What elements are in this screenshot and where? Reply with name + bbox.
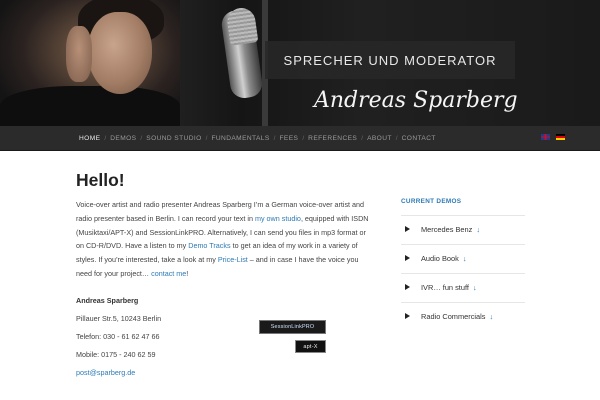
- language-switcher: [541, 134, 565, 140]
- nav-separator: /: [205, 134, 208, 142]
- nav-items: HOME / DEMOS / SOUND STUDIO / FUNDAMENTALS / FEE…: [79, 126, 436, 150]
- play-icon[interactable]: [405, 255, 410, 261]
- nav-separator: /: [140, 134, 143, 142]
- intro-text-5: !: [186, 268, 189, 278]
- page-title: Hello!: [76, 170, 125, 190]
- demo-label: IVR… fun stuff ↓: [421, 283, 477, 292]
- nav-item-fundamentals[interactable]: FUNDAMENTALS: [211, 135, 269, 142]
- presenter-face: [88, 12, 152, 94]
- sidebar: CURRENT DEMOS Mercedes Benz ↓ Audio Book ↓ I…: [401, 198, 525, 321]
- contact-name: Andreas Sparberg: [76, 296, 139, 305]
- uk-flag-icon[interactable]: [541, 134, 550, 140]
- download-arrow-icon[interactable]: ↓: [473, 283, 477, 292]
- current-demos-title: CURRENT DEMOS: [401, 198, 462, 205]
- nav-separator: /: [395, 134, 398, 142]
- main-nav: HOME / DEMOS / SOUND STUDIO / FUNDAMENTALS / FEE…: [0, 126, 600, 151]
- demo-tracks-link[interactable]: Demo Tracks: [188, 241, 230, 250]
- download-arrow-icon[interactable]: ↓: [476, 225, 480, 234]
- price-list-link[interactable]: Price-List: [218, 255, 248, 264]
- demo-title: Audio Book: [421, 254, 459, 263]
- nav-separator: /: [302, 134, 305, 142]
- site-headline: SPRECHER UND MODERATOR: [283, 52, 497, 68]
- demo-title: Radio Commercials: [421, 312, 486, 321]
- demo-item[interactable]: IVR… fun stuff ↓: [401, 273, 525, 302]
- nav-item-references[interactable]: REFERENCES: [308, 135, 357, 142]
- microphone-grille: [225, 6, 259, 46]
- header-banner: SPRECHER UND MODERATOR Andreas Sparberg: [0, 0, 600, 126]
- demo-title: IVR… fun stuff: [421, 283, 469, 292]
- play-icon[interactable]: [405, 226, 410, 232]
- play-icon[interactable]: [405, 313, 410, 319]
- download-arrow-icon[interactable]: ↓: [463, 254, 467, 263]
- demo-label: Audio Book ↓: [421, 254, 467, 263]
- play-icon[interactable]: [405, 284, 410, 290]
- nav-item-sound-studio[interactable]: SOUND STUDIO: [146, 135, 201, 142]
- contact-email-link[interactable]: post@sparberg.de: [76, 368, 135, 377]
- aptx-logo: apt-X: [295, 340, 326, 353]
- my-studio-link[interactable]: my own studio: [255, 214, 301, 223]
- contact-me-link[interactable]: contact me: [151, 269, 186, 278]
- presenter-hand: [66, 26, 92, 82]
- nav-item-contact[interactable]: CONTACT: [402, 135, 436, 142]
- demo-item[interactable]: Mercedes Benz ↓: [401, 215, 525, 244]
- demo-label: Mercedes Benz ↓: [421, 225, 480, 234]
- contact-mobile: Mobile: 0175 - 240 62 59: [76, 350, 156, 359]
- demo-label: Radio Commercials ↓: [421, 312, 493, 321]
- demo-item[interactable]: Audio Book ↓: [401, 244, 525, 273]
- demo-title: Mercedes Benz: [421, 225, 473, 234]
- presenter-photo: [0, 0, 180, 126]
- nav-separator: /: [273, 134, 276, 142]
- intro-paragraph: Voice-over artist and radio presenter An…: [76, 198, 372, 281]
- demo-list: Mercedes Benz ↓ Audio Book ↓ IVR… fun stuff ↓…: [401, 215, 525, 331]
- sessionlinkpro-logo: SessionLinkPRO: [259, 320, 326, 334]
- nav-item-home[interactable]: HOME: [79, 135, 100, 142]
- headline-box: SPRECHER UND MODERATOR: [265, 41, 515, 79]
- nav-item-fees[interactable]: FEES: [279, 135, 298, 142]
- nav-item-about[interactable]: ABOUT: [367, 135, 392, 142]
- signature-logo[interactable]: Andreas Sparberg: [314, 88, 518, 113]
- nav-separator: /: [104, 134, 107, 142]
- demo-item[interactable]: Radio Commercials ↓: [401, 302, 525, 331]
- presenter-shirt: [0, 86, 180, 126]
- contact-phone: Telefon: 030 - 61 62 47 66: [76, 332, 160, 341]
- nav-separator: /: [361, 134, 364, 142]
- nav-item-demos[interactable]: DEMOS: [110, 135, 136, 142]
- contact-address: Pillauer Str.5, 10243 Berlin: [76, 314, 162, 323]
- download-arrow-icon[interactable]: ↓: [489, 312, 493, 321]
- de-flag-icon[interactable]: [556, 134, 565, 140]
